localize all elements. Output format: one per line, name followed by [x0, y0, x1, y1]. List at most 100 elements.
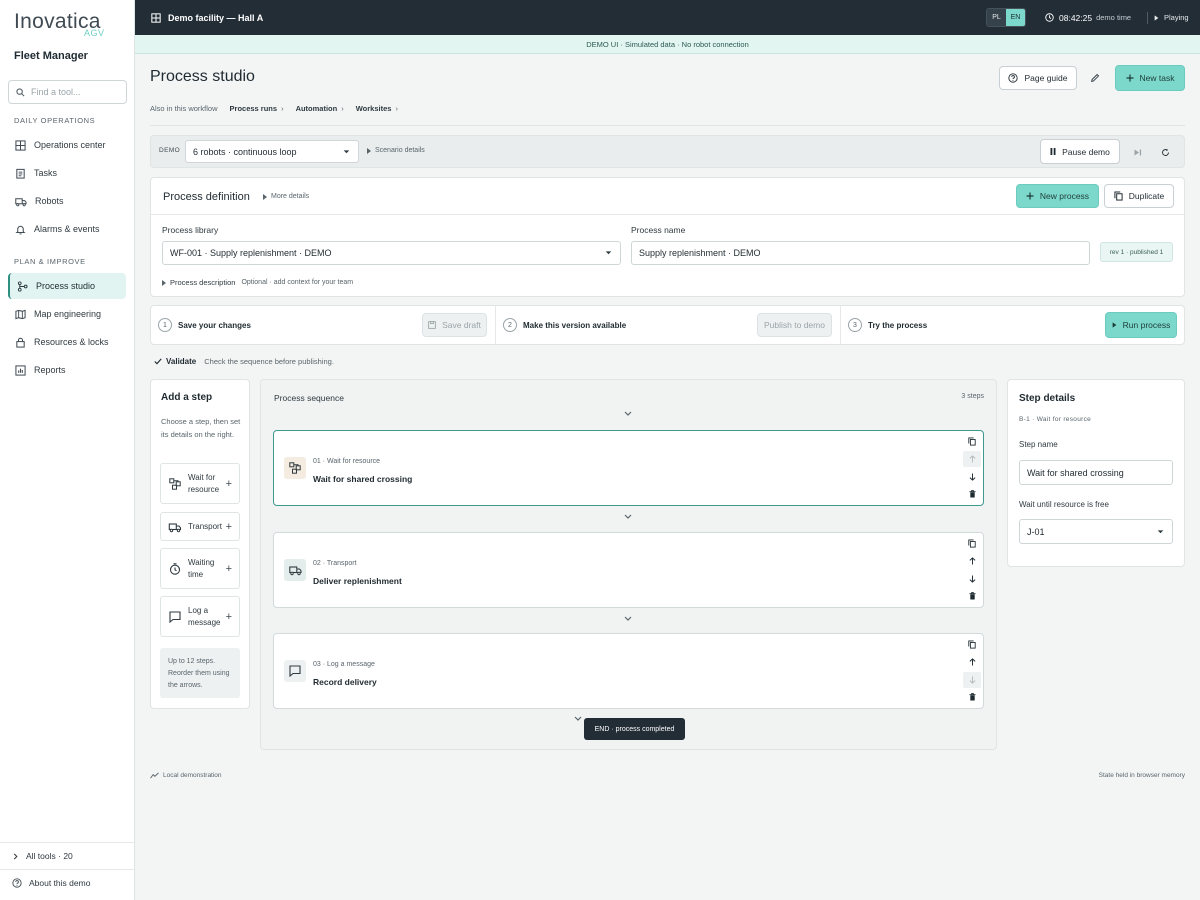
divider: [150, 125, 1185, 126]
logo-sub: AGV: [84, 28, 105, 38]
footer-left: Local demonstration: [150, 772, 222, 779]
scenario-details-label: Scenario details: [375, 147, 425, 154]
step-name-input[interactable]: Wait for shared crossing: [1019, 460, 1173, 485]
footer-right-text: State held in browser memory: [1098, 772, 1185, 779]
add-step-intro: Choose a step, then set its details on t…: [161, 417, 241, 439]
breadcrumb-automation[interactable]: Automation: [296, 104, 338, 113]
sequence-step-2[interactable]: 02 · Transport Deliver replenishment: [273, 532, 984, 608]
validate-label: Validate: [166, 357, 197, 366]
process-definition-title: Process definition: [163, 191, 250, 203]
add-step-log-message[interactable]: Log a message +: [160, 596, 240, 637]
step-subtitle: 03 · Log a message: [313, 661, 375, 668]
resource-icon: [169, 477, 181, 490]
move-down-button[interactable]: [963, 671, 981, 688]
edit-button[interactable]: [1087, 70, 1103, 86]
sidebar-item-label: Tasks: [34, 168, 58, 178]
sidebar-item-resources-locks[interactable]: Resources & locks: [8, 330, 126, 354]
copy-step-button[interactable]: [963, 637, 981, 653]
process-description-hint: Optional · add context for your team: [241, 279, 354, 286]
pencil-icon: [1091, 73, 1100, 82]
all-tools-link[interactable]: All tools · 20: [0, 842, 134, 869]
validate-row[interactable]: Validate Check the sequence before publi…: [154, 357, 334, 366]
sidebar-item-map-engineering[interactable]: Map engineering: [8, 302, 126, 326]
sidebar-item-reports[interactable]: Reports: [8, 358, 126, 382]
process-library-value: WF-001 · Supply replenishment · DEMO: [170, 248, 332, 258]
sidebar-item-robots[interactable]: Robots: [8, 189, 126, 213]
add-step-label: Log a message: [188, 605, 221, 627]
playback-status: Playing: [1154, 0, 1189, 35]
sidebar-item-process-studio[interactable]: Process studio: [8, 273, 126, 299]
duplicate-button[interactable]: Duplicate: [1104, 184, 1174, 208]
chevron-down-icon: [1157, 529, 1164, 533]
step-name-label: Step name: [1019, 440, 1058, 449]
add-step-transport[interactable]: Transport +: [160, 512, 240, 541]
chevron-right-icon: ›: [395, 104, 398, 113]
demo-tag: DEMO: [159, 147, 181, 154]
move-up-button[interactable]: [963, 553, 981, 569]
resource-label: Wait until resource is free: [1019, 500, 1109, 509]
divider: [840, 306, 841, 344]
breadcrumb-process-runs[interactable]: Process runs: [230, 104, 278, 113]
process-description-toggle[interactable]: Process description Optional · add conte…: [162, 278, 353, 287]
footer-left-text: Local demonstration: [163, 772, 222, 779]
publish-step-label: Make this version available: [523, 320, 627, 330]
plus-icon: +: [225, 610, 232, 623]
add-step-waiting-time[interactable]: Waiting time +: [160, 548, 240, 589]
page-guide-button[interactable]: Page guide: [999, 66, 1077, 90]
publish-to-demo-button[interactable]: Publish to demo: [757, 313, 832, 337]
move-down-button[interactable]: [963, 571, 981, 587]
delete-step-button[interactable]: [963, 588, 981, 604]
new-process-button[interactable]: New process: [1016, 184, 1099, 208]
step-subtitle: 01 · Wait for resource: [313, 458, 381, 465]
process-name-value: Supply replenishment · DEMO: [639, 248, 761, 258]
clock-icon: [1045, 13, 1054, 22]
delete-step-button[interactable]: [963, 486, 981, 502]
scenario-select[interactable]: 6 robots · continuous loop: [185, 140, 359, 163]
step-name: Wait for shared crossing: [313, 474, 413, 484]
about-demo-link[interactable]: About this demo: [0, 869, 134, 896]
lang-pl-button[interactable]: PL: [987, 9, 1006, 26]
delete-step-button[interactable]: [963, 689, 981, 705]
reset-demo-button[interactable]: [1158, 145, 1172, 159]
run-process-button[interactable]: Run process: [1105, 312, 1177, 338]
sequence-step-1[interactable]: 01 · Wait for resource Wait for shared c…: [273, 430, 984, 506]
caret-right-icon: [263, 193, 267, 200]
demo-banner: DEMO UI · Simulated data · No robot conn…: [135, 35, 1200, 54]
process-sequence-title: Process sequence: [274, 393, 344, 403]
move-down-button[interactable]: [963, 469, 981, 485]
sequence-step-3[interactable]: 03 · Log a message Record delivery: [273, 633, 984, 709]
step-number: 3: [848, 318, 862, 332]
chevron-right-icon: ›: [341, 104, 344, 113]
sidebar-item-tasks[interactable]: Tasks: [8, 161, 126, 185]
process-name-input[interactable]: Supply replenishment · DEMO: [631, 241, 1090, 265]
scenario-details-toggle[interactable]: Scenario details: [367, 147, 425, 154]
new-task-button[interactable]: New task: [1115, 65, 1185, 91]
app-name: Fleet Manager: [14, 50, 88, 62]
sidebar-item-alarms[interactable]: Alarms & events: [8, 217, 126, 241]
sidebar-item-label: Reports: [34, 365, 66, 375]
arrow-down-icon: [969, 575, 975, 583]
move-up-button[interactable]: [963, 654, 981, 670]
step-count: 3 steps: [961, 393, 984, 400]
lang-en-button[interactable]: EN: [1006, 9, 1025, 26]
more-details-toggle[interactable]: More details: [263, 193, 309, 200]
add-step-wait-for-resource[interactable]: Wait for resource +: [160, 463, 240, 504]
add-step-label: Wait for resource: [188, 472, 220, 494]
language-switch: PL EN: [986, 8, 1026, 27]
copy-step-button[interactable]: [963, 434, 981, 450]
sidebar-item-operations-center[interactable]: Operations center: [8, 133, 126, 157]
play-icon: [1112, 322, 1117, 328]
move-up-button[interactable]: [963, 451, 981, 468]
run-process-label: Run process: [1122, 320, 1171, 330]
resource-select[interactable]: J-01: [1019, 519, 1173, 544]
publish-step-label: Save your changes: [178, 320, 251, 330]
copy-step-button[interactable]: [963, 536, 981, 552]
step-forward-button[interactable]: [1131, 145, 1145, 159]
find-tool-input[interactable]: Find a tool...: [8, 80, 127, 104]
breadcrumb-worksites[interactable]: Worksites: [356, 104, 392, 113]
check-icon: [154, 358, 162, 365]
save-draft-button[interactable]: Save draft: [422, 313, 487, 337]
step-actions: [961, 634, 983, 708]
process-library-select[interactable]: WF-001 · Supply replenishment · DEMO: [162, 241, 621, 265]
pause-demo-button[interactable]: Pause demo: [1040, 139, 1120, 164]
